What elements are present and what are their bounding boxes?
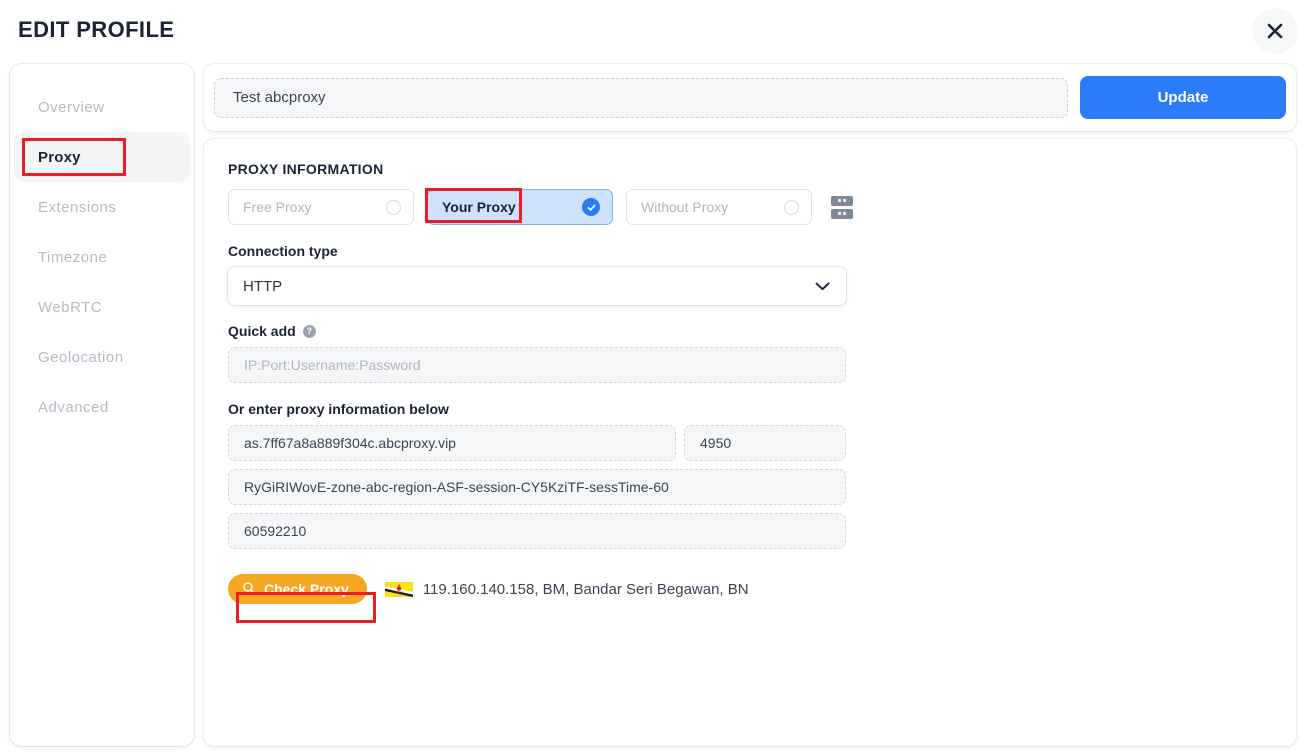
sidebar-item-extensions[interactable]: Extensions — [10, 182, 194, 232]
quick-add-label: Quick add ? — [228, 323, 1272, 339]
sidebar-item-geolocation[interactable]: Geolocation — [10, 332, 194, 382]
radio-checked-icon — [582, 198, 600, 216]
edit-profile-modal: EDIT PROFILE Overview Proxy Extensions T… — [0, 0, 1306, 753]
search-icon — [242, 581, 256, 598]
sidebar-item-label: WebRTC — [38, 298, 103, 316]
sidebar: Overview Proxy Extensions Timezone WebRT… — [10, 64, 194, 746]
proxy-port-value: 4950 — [700, 435, 732, 451]
connection-type-value: HTTP — [243, 277, 283, 295]
proxy-type-your[interactable]: Your Proxy — [427, 189, 613, 225]
proxy-password-value: 60592210 — [244, 523, 307, 539]
sidebar-item-webrtc[interactable]: WebRTC — [10, 282, 194, 332]
close-icon — [1265, 21, 1285, 41]
proxy-password-input[interactable]: 60592210 — [228, 513, 846, 549]
proxy-type-free[interactable]: Free Proxy — [228, 189, 414, 225]
server-icon[interactable] — [831, 195, 853, 219]
sidebar-item-label: Advanced — [38, 398, 109, 416]
host-port-row: as.7ff67a8a889f304c.abcproxy.vip 4950 — [228, 425, 1272, 461]
profile-name-value: Test abcproxy — [233, 89, 326, 106]
sidebar-item-label: Geolocation — [38, 348, 124, 366]
radio-unchecked-icon — [784, 199, 799, 215]
proxy-type-without[interactable]: Without Proxy — [626, 189, 812, 225]
sidebar-item-advanced[interactable]: Advanced — [10, 382, 194, 432]
quick-add-label-text: Quick add — [228, 323, 296, 339]
connection-type-label: Connection type — [228, 243, 1272, 259]
proxy-type-group: Free Proxy Your Proxy Without Proxy — [228, 189, 1272, 225]
connection-type-select[interactable]: HTTP — [228, 267, 846, 305]
help-circle-icon[interactable]: ? — [302, 324, 316, 338]
proxy-check-result: 119.160.140.158, BM, Bandar Seri Begawan… — [384, 580, 749, 598]
connection-type-label-text: Connection type — [228, 243, 338, 259]
radio-unchecked-icon — [386, 199, 401, 215]
update-button[interactable]: Update — [1080, 76, 1286, 119]
check-proxy-row: Check Proxy 119.160.140.158, BM, Bandar … — [228, 574, 1272, 604]
page-title: EDIT PROFILE — [18, 17, 175, 42]
profile-name-bar: Test abcproxy Update — [204, 64, 1296, 131]
proxy-type-label: Your Proxy — [442, 199, 516, 215]
sidebar-item-timezone[interactable]: Timezone — [10, 232, 194, 282]
proxy-username-input[interactable]: RyGiRIWovE-zone-abc-region-ASF-session-C… — [228, 469, 846, 505]
sidebar-item-proxy[interactable]: Proxy — [14, 132, 190, 182]
sidebar-item-overview[interactable]: Overview — [10, 82, 194, 132]
proxy-type-label: Free Proxy — [243, 199, 312, 215]
check-proxy-button[interactable]: Check Proxy — [228, 574, 367, 604]
proxy-section-title: PROXY INFORMATION — [228, 161, 384, 177]
chevron-down-icon — [815, 278, 830, 295]
manual-entry-label: Or enter proxy information below — [228, 401, 1272, 417]
quick-add-placeholder: IP:Port:Username:Password — [244, 357, 421, 373]
proxy-check-result-text: 119.160.140.158, BM, Bandar Seri Begawan… — [422, 580, 749, 598]
sidebar-item-label: Overview — [38, 98, 105, 116]
proxy-port-input[interactable]: 4950 — [684, 425, 846, 461]
close-button[interactable] — [1252, 8, 1298, 54]
proxy-host-value: as.7ff67a8a889f304c.abcproxy.vip — [244, 435, 456, 451]
brunei-flag-icon — [384, 581, 413, 597]
quick-add-input[interactable]: IP:Port:Username:Password — [228, 347, 846, 383]
sidebar-item-label: Proxy — [38, 148, 81, 166]
proxy-host-input[interactable]: as.7ff67a8a889f304c.abcproxy.vip — [228, 425, 676, 461]
sidebar-item-label: Extensions — [38, 198, 117, 216]
proxy-type-label: Without Proxy — [641, 199, 729, 215]
proxy-panel: PROXY INFORMATION Free Proxy Your Proxy … — [204, 139, 1296, 746]
manual-entry-label-text: Or enter proxy information below — [228, 401, 449, 417]
profile-name-input[interactable]: Test abcproxy — [214, 77, 1068, 118]
sidebar-item-label: Timezone — [38, 248, 108, 266]
check-proxy-label: Check Proxy — [264, 581, 349, 597]
proxy-username-value: RyGiRIWovE-zone-abc-region-ASF-session-C… — [244, 479, 669, 495]
